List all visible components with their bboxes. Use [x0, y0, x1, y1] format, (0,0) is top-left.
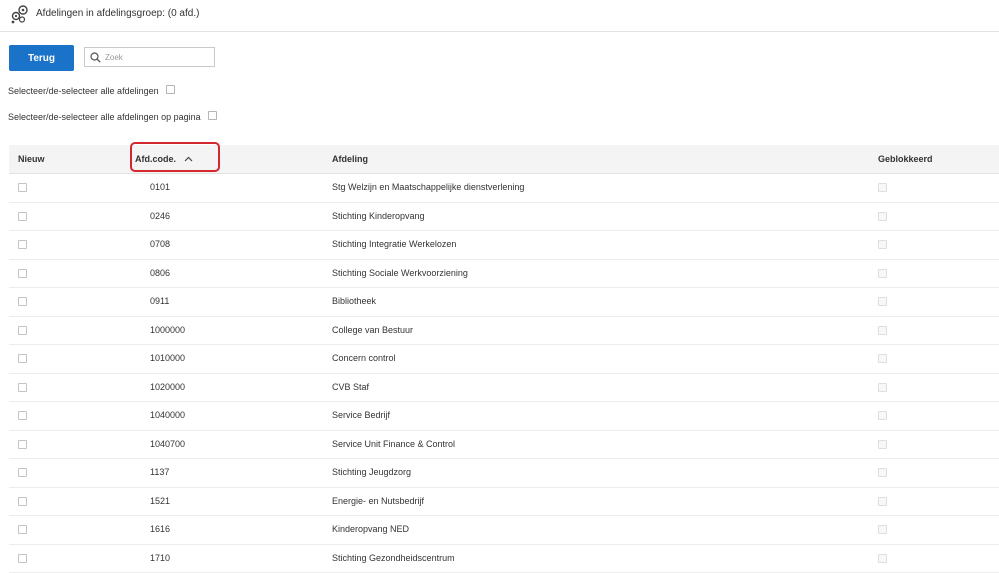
row-blocked-checkbox [878, 240, 887, 249]
table-row[interactable]: 0911 Bibliotheek [9, 288, 999, 317]
row-new-checkbox[interactable] [18, 326, 27, 335]
row-code: 1040000 [150, 410, 185, 420]
top-bar: Afdelingen in afdelingsgroep: (0 afd.) [0, 0, 999, 32]
row-new-checkbox[interactable] [18, 354, 27, 363]
row-code: 0911 [150, 296, 169, 306]
row-new-checkbox[interactable] [18, 183, 27, 192]
column-geblokkeerd[interactable]: Geblokkeerd [878, 154, 933, 164]
table-row[interactable]: 1040700 Service Unit Finance & Control [9, 431, 999, 460]
row-afdeling: Energie- en Nutsbedrijf [332, 496, 424, 506]
row-new-checkbox[interactable] [18, 525, 27, 534]
row-blocked-checkbox [878, 297, 887, 306]
row-new-checkbox[interactable] [18, 269, 27, 278]
row-blocked-checkbox [878, 468, 887, 477]
row-code: 0246 [150, 211, 170, 221]
row-blocked-checkbox [878, 212, 887, 221]
page-title: Afdelingen in afdelingsgroep: (0 afd.) [36, 8, 199, 19]
row-blocked-checkbox [878, 383, 887, 392]
row-blocked-checkbox [878, 440, 887, 449]
row-afdeling: Stichting Kinderopvang [332, 211, 425, 221]
row-new-checkbox[interactable] [18, 497, 27, 506]
row-code: 1521 [150, 496, 170, 506]
row-afdeling: Stichting Gezondheidscentrum [332, 553, 455, 563]
table-row[interactable]: 0101 Stg Welzijn en Maatschappelijke dien… [9, 174, 999, 203]
select-all-checkbox[interactable] [166, 85, 175, 94]
row-code: 1010000 [150, 353, 185, 363]
select-all-label: Selecteer/de-selecteer alle afdelingen [8, 86, 159, 96]
row-afdeling: Concern control [332, 353, 396, 363]
column-afdeling[interactable]: Afdeling [332, 154, 368, 164]
sort-column-highlight [130, 142, 220, 172]
row-afdeling: College van Bestuur [332, 325, 413, 335]
search-box[interactable] [84, 47, 215, 67]
row-blocked-checkbox [878, 326, 887, 335]
row-new-checkbox[interactable] [18, 297, 27, 306]
row-blocked-checkbox [878, 554, 887, 563]
row-afdeling: Stichting Jeugdzorg [332, 467, 411, 477]
row-blocked-checkbox [878, 183, 887, 192]
table-body: 0101 Stg Welzijn en Maatschappelijke dien… [9, 174, 999, 573]
row-new-checkbox[interactable] [18, 212, 27, 221]
table-row[interactable]: 1616 Kinderopvang NED [9, 516, 999, 545]
row-new-checkbox[interactable] [18, 240, 27, 249]
row-new-checkbox[interactable] [18, 554, 27, 563]
table-row[interactable]: 0806 Stichting Sociale Werkvoorziening [9, 260, 999, 289]
row-blocked-checkbox [878, 525, 887, 534]
column-nieuw[interactable]: Nieuw [18, 154, 45, 164]
select-page-row: Selecteer/de-selecteer alle afdelingen o… [8, 112, 217, 122]
table-row[interactable]: 0708 Stichting Integratie Werkelozen [9, 231, 999, 260]
row-new-checkbox[interactable] [18, 440, 27, 449]
row-afdeling: Service Unit Finance & Control [332, 439, 455, 449]
row-code: 1137 [150, 467, 169, 477]
row-code: 1710 [150, 553, 170, 563]
row-new-checkbox[interactable] [18, 468, 27, 477]
row-afdeling: CVB Staf [332, 382, 369, 392]
row-code: 1020000 [150, 382, 185, 392]
row-blocked-checkbox [878, 411, 887, 420]
table-row[interactable]: 1040000 Service Bedrijf [9, 402, 999, 431]
table-row[interactable]: 1521 Energie- en Nutsbedrijf [9, 488, 999, 517]
row-afdeling: Bibliotheek [332, 296, 376, 306]
table-row[interactable]: 1000000 College van Bestuur [9, 317, 999, 346]
table-row[interactable]: 1010000 Concern control [9, 345, 999, 374]
row-code: 1000000 [150, 325, 185, 335]
table-row[interactable]: 1710 Stichting Gezondheidscentrum [9, 545, 999, 573]
select-page-checkbox[interactable] [208, 111, 217, 120]
row-afdeling: Stichting Integratie Werkelozen [332, 239, 456, 249]
select-page-label: Selecteer/de-selecteer alle afdelingen o… [8, 112, 201, 122]
row-afdeling: Service Bedrijf [332, 410, 390, 420]
row-blocked-checkbox [878, 269, 887, 278]
table-row[interactable]: 0246 Stichting Kinderopvang [9, 203, 999, 232]
table-row[interactable]: 1020000 CVB Staf [9, 374, 999, 403]
table-header: Nieuw Afd.code. Afdeling Geblokkeerd [9, 145, 999, 174]
row-afdeling: Stichting Sociale Werkvoorziening [332, 268, 468, 278]
row-new-checkbox[interactable] [18, 383, 27, 392]
table-row[interactable]: 1137 Stichting Jeugdzorg [9, 459, 999, 488]
search-icon [90, 52, 101, 63]
row-code: 0708 [150, 239, 170, 249]
select-all-row: Selecteer/de-selecteer alle afdelingen [8, 86, 175, 96]
row-code: 1040700 [150, 439, 185, 449]
departments-table: Nieuw Afd.code. Afdeling Geblokkeerd 010… [9, 145, 999, 573]
row-afdeling: Stg Welzijn en Maatschappelijke dienstve… [332, 182, 524, 192]
back-button[interactable]: Terug [9, 45, 74, 71]
row-new-checkbox[interactable] [18, 411, 27, 420]
cogs-icon [10, 4, 30, 24]
search-input[interactable] [105, 50, 210, 64]
row-code: 0806 [150, 268, 170, 278]
row-afdeling: Kinderopvang NED [332, 524, 409, 534]
row-code: 0101 [150, 182, 170, 192]
row-code: 1616 [150, 524, 170, 534]
row-blocked-checkbox [878, 497, 887, 506]
row-blocked-checkbox [878, 354, 887, 363]
